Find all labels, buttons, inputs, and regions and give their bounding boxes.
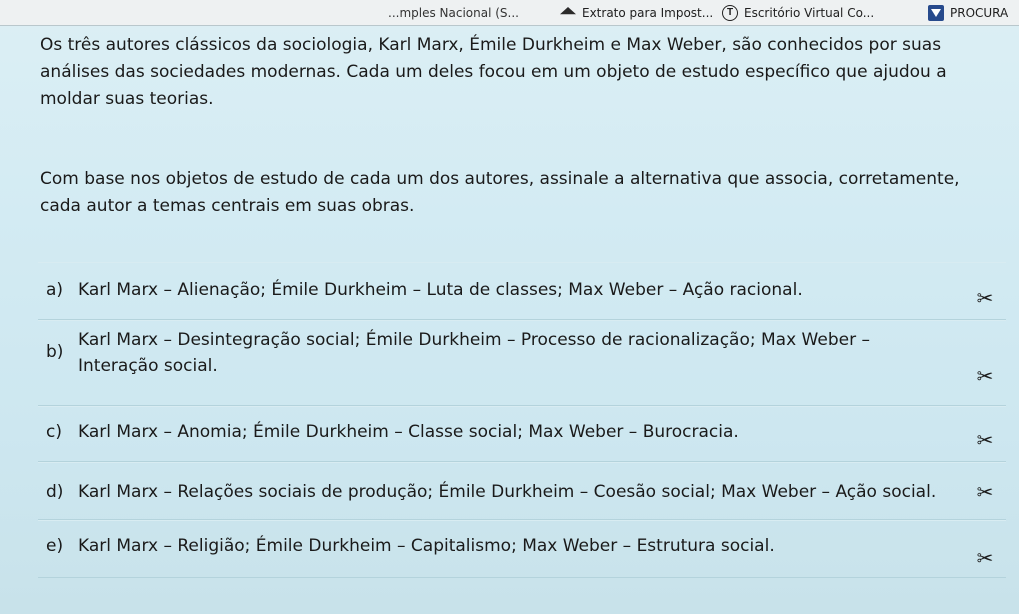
option-letter: a) xyxy=(46,280,64,300)
question-paragraph-1: Os três autores clássicos da sociologia,… xyxy=(40,35,947,109)
pdf-file-icon xyxy=(560,7,576,15)
option-d[interactable]: d) Karl Marx – Relações sociais de produ… xyxy=(38,462,1006,520)
bookmark-label: PROCURA xyxy=(950,6,1009,20)
bookmark-extrato[interactable]: Extrato para Impost... xyxy=(560,3,713,23)
option-e[interactable]: e) Karl Marx – Religião; Émile Durkheim … xyxy=(38,520,1006,578)
option-c[interactable]: c) Karl Marx – Anomia; Émile Durkheim – … xyxy=(38,406,1006,462)
bookmark-procura[interactable]: PROCURA xyxy=(928,3,1008,23)
scissors-icon[interactable]: ✂ xyxy=(974,429,996,451)
bookmark-escritorio-virtual[interactable]: T Escritório Virtual Co... xyxy=(722,3,874,23)
option-letter: b) xyxy=(46,342,64,362)
option-text: Karl Marx – Anomia; Émile Durkheim – Cla… xyxy=(78,422,739,442)
scissors-icon[interactable]: ✂ xyxy=(974,481,996,503)
option-text: Karl Marx – Relações sociais de produção… xyxy=(78,482,937,502)
scissors-icon[interactable]: ✂ xyxy=(974,365,996,387)
option-text: Karl Marx – Alienação; Émile Durkheim – … xyxy=(78,280,803,300)
option-letter: c) xyxy=(46,422,62,442)
option-text: Karl Marx – Religião; Émile Durkheim – C… xyxy=(78,536,775,556)
answer-options: a) Karl Marx – Alienação; Émile Durkheim… xyxy=(38,262,1006,578)
option-b[interactable]: b) Karl Marx – Desintegração social; Émi… xyxy=(38,320,1006,406)
bookmark-simples-nacional[interactable]: ...mples Nacional (S... xyxy=(388,3,519,23)
bookmark-label: Escritório Virtual Co... xyxy=(744,6,875,20)
scissors-icon[interactable]: ✂ xyxy=(974,547,996,569)
bookmark-label: Extrato para Impost... xyxy=(582,6,714,20)
t-circle-icon: T xyxy=(722,5,738,21)
option-a[interactable]: a) Karl Marx – Alienação; Émile Durkheim… xyxy=(38,262,1006,320)
bookmark-label: ...mples Nacional (S... xyxy=(388,6,519,20)
question-paragraph-2: Com base nos objetos de estudo de cada u… xyxy=(40,169,960,216)
option-letter: e) xyxy=(46,536,64,556)
procuradoria-icon xyxy=(928,5,944,21)
scissors-icon[interactable]: ✂ xyxy=(974,287,996,309)
option-text: Karl Marx – Desintegração social; Émile … xyxy=(78,330,870,376)
bookmarks-bar: ...mples Nacional (S... Extrato para Imp… xyxy=(0,0,1019,26)
option-letter: d) xyxy=(46,482,64,502)
